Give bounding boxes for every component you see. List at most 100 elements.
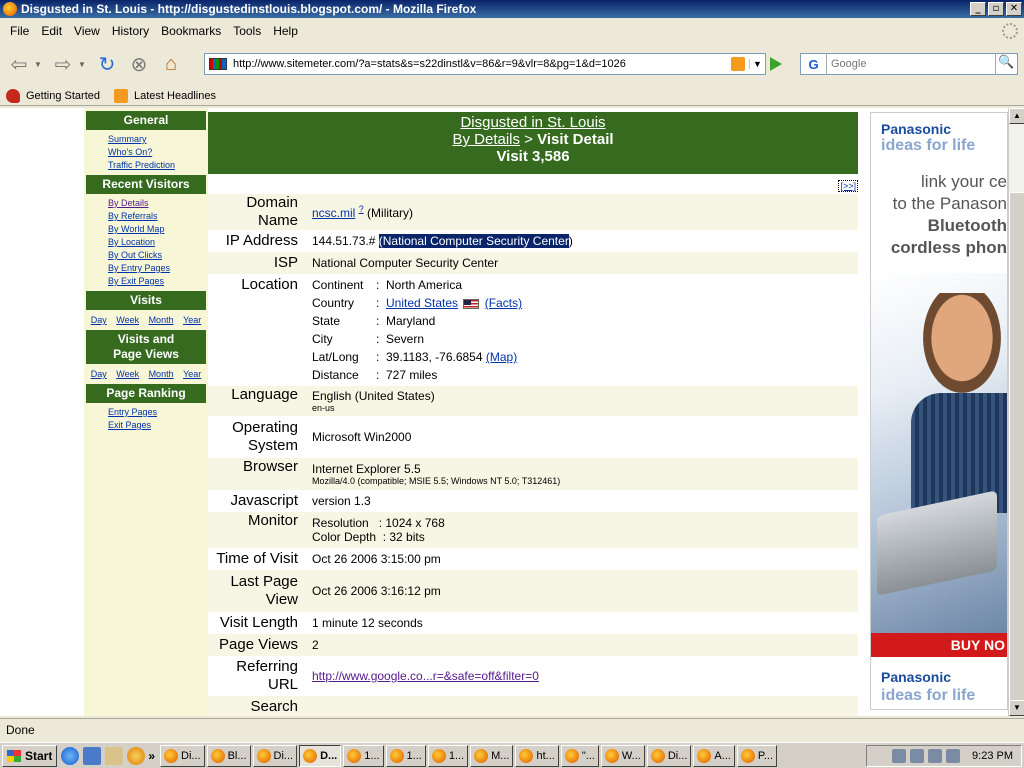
menu-edit[interactable]: Edit <box>35 24 68 38</box>
url-text[interactable]: http://www.sitemeter.com/?a=stats&s=s22d… <box>233 58 731 70</box>
domain-link[interactable]: ncsc.mil <box>312 206 355 220</box>
taskbar-window-button[interactable]: "... <box>560 744 599 767</box>
row-value: Oct 26 2006 3:15:00 pm <box>312 552 441 566</box>
taskbar-window-button[interactable]: 1... <box>385 744 426 767</box>
sidebar-link-by-referrals[interactable]: By Referrals <box>108 210 208 223</box>
sidebar-heading-general: General <box>86 111 206 130</box>
window-app-icon <box>164 748 179 763</box>
sidebar-link-traffic-prediction[interactable]: Traffic Prediction <box>108 159 208 172</box>
back-arrow-icon[interactable]: ⇦ <box>6 51 32 77</box>
taskbar-window-label: 1... <box>448 749 465 762</box>
reload-icon[interactable]: ↻ <box>94 51 120 77</box>
sidebar-link-by-out-clicks[interactable]: By Out Clicks <box>108 249 208 262</box>
sidebar-link-whos-on[interactable]: Who's On? <box>108 146 208 159</box>
table-row: Referring URL http://www.google.co...r=&s… <box>208 656 858 696</box>
taskbar-window-button[interactable]: 1... <box>343 744 384 767</box>
visits-day-link[interactable]: Day <box>91 315 107 325</box>
quicklaunch-chevron-icon[interactable]: » <box>148 749 155 763</box>
media-player-quicklaunch-icon[interactable] <box>127 746 146 765</box>
vertical-scrollbar[interactable]: ▲ ▼ <box>1008 108 1024 716</box>
taskbar-window-button[interactable]: ht... <box>515 744 559 767</box>
pageviews-day-link[interactable]: Day <box>91 369 107 379</box>
sidebar-link-entry-pages[interactable]: Entry Pages <box>108 406 208 419</box>
rss-feed-icon[interactable] <box>731 57 745 71</box>
table-row: Operating System Microsoft Win2000 <box>208 416 858 458</box>
maximize-button[interactable]: ▫ <box>988 2 1004 16</box>
network-icon[interactable] <box>910 749 925 763</box>
menu-help[interactable]: Help <box>267 24 304 38</box>
menu-history[interactable]: History <box>106 24 155 38</box>
volume-icon[interactable] <box>892 749 907 763</box>
minimize-button[interactable]: _ <box>970 2 986 16</box>
back-dropdown-icon[interactable]: ▼ <box>34 60 44 69</box>
country-facts-link[interactable]: (Facts) <box>485 296 522 310</box>
pageviews-month-link[interactable]: Month <box>149 369 174 379</box>
sidebar-link-by-details[interactable]: By Details <box>108 197 208 210</box>
clock[interactable]: 9:23 PM <box>972 750 1013 762</box>
breadcrumb-by-details-link[interactable]: By Details <box>452 131 520 148</box>
visits-week-link[interactable]: Week <box>116 315 139 325</box>
visit-header: Disgusted in St. Louis By Details > Visi… <box>208 112 858 174</box>
ad-buy-now-button[interactable]: BUY NO <box>871 633 1007 657</box>
taskbar-window-button[interactable]: 1... <box>427 744 469 767</box>
table-row: Visit Length 1 minute 12 seconds <box>208 612 858 634</box>
map-link[interactable]: (Map) <box>486 350 517 364</box>
taskbar-window-label: Di... <box>181 749 201 762</box>
visits-month-link[interactable]: Month <box>149 315 174 325</box>
site-title-link[interactable]: Disgusted in St. Louis <box>208 114 858 131</box>
search-input[interactable] <box>827 55 995 73</box>
ie-quicklaunch-icon[interactable] <box>61 746 80 765</box>
taskbar-window-button[interactable]: Di... <box>646 744 692 767</box>
stop-icon[interactable]: ⊗ <box>126 51 152 77</box>
go-arrow-icon[interactable] <box>770 57 782 71</box>
messenger-icon[interactable] <box>946 749 961 763</box>
visits-year-link[interactable]: Year <box>183 315 201 325</box>
sidebar-link-exit-pages[interactable]: Exit Pages <box>108 419 208 432</box>
next-visit-link[interactable]: [>>] <box>838 180 858 192</box>
pageviews-year-link[interactable]: Year <box>183 369 201 379</box>
menu-bookmarks[interactable]: Bookmarks <box>155 24 227 38</box>
sidebar-link-by-world-map[interactable]: By World Map <box>108 223 208 236</box>
table-row: Browser Internet Explorer 5.5 Mozilla/4.0… <box>208 458 858 490</box>
taskbar-window-button[interactable]: W... <box>600 744 645 767</box>
forward-dropdown-icon[interactable]: ▼ <box>78 60 88 69</box>
page-content: General Summary Who's On? Traffic Predic… <box>0 108 1008 716</box>
menu-file[interactable]: File <box>4 24 35 38</box>
antivirus-icon[interactable] <box>928 749 943 763</box>
taskbar-window-button[interactable]: Di... <box>160 744 205 767</box>
desktop-quicklaunch-icon[interactable] <box>105 746 124 765</box>
scroll-up-icon[interactable]: ▲ <box>1009 108 1024 124</box>
menu-tools[interactable]: Tools <box>227 24 267 38</box>
menu-view[interactable]: View <box>68 24 106 38</box>
url-history-dropdown-icon[interactable]: ▼ <box>749 59 765 69</box>
outlook-quicklaunch-icon[interactable] <box>83 746 102 765</box>
sidebar-link-by-location[interactable]: By Location <box>108 236 208 249</box>
url-bar[interactable]: http://www.sitemeter.com/?a=stats&s=s22d… <box>204 53 766 75</box>
country-link[interactable]: United States <box>386 296 458 310</box>
taskbar-window-button[interactable]: P... <box>736 744 778 767</box>
window-app-icon <box>210 748 225 763</box>
taskbar-window-button[interactable]: Di... <box>252 744 298 767</box>
close-button[interactable]: ✕ <box>1006 2 1022 16</box>
sidebar-link-by-exit-pages[interactable]: By Exit Pages <box>108 275 208 288</box>
pageviews-week-link[interactable]: Week <box>116 369 139 379</box>
search-engine-icon[interactable]: G <box>801 54 827 74</box>
taskbar-window-button[interactable]: A... <box>693 744 735 767</box>
bookmark-getting-started[interactable]: Getting Started <box>6 88 100 103</box>
scrollbar-thumb[interactable] <box>1009 192 1024 712</box>
taskbar-window-button[interactable]: M... <box>470 744 514 767</box>
referring-url-link[interactable]: http://www.google.co...r=&safe=off&filte… <box>312 669 539 683</box>
bookmark-latest-headlines[interactable]: Latest Headlines <box>114 88 216 103</box>
home-icon[interactable]: ⌂ <box>158 51 184 77</box>
panasonic-banner-ad[interactable]: Panasonic ideas for life link your ce to… <box>870 112 1008 710</box>
row-label: Page Views <box>208 634 304 656</box>
magnifier-icon[interactable]: 🔍 <box>995 54 1017 74</box>
forward-arrow-icon[interactable]: ⇨ <box>50 51 76 77</box>
scroll-down-icon[interactable]: ▼ <box>1009 700 1024 716</box>
cordless-phone-image <box>877 490 997 596</box>
taskbar-window-button[interactable]: Bl... <box>206 744 251 767</box>
start-button[interactable]: Start <box>2 744 58 767</box>
sidebar-link-summary[interactable]: Summary <box>108 133 208 146</box>
sidebar-link-by-entry-pages[interactable]: By Entry Pages <box>108 262 208 275</box>
taskbar-window-button[interactable]: D... <box>299 744 342 767</box>
